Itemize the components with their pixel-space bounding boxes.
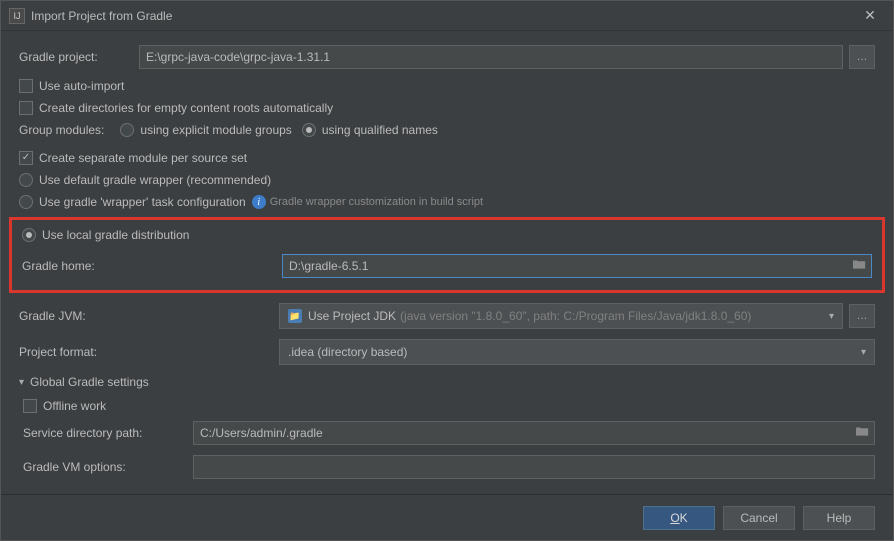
browse-project-button[interactable]: … <box>849 45 875 69</box>
gradle-jvm-detail: (java version "1.8.0_60", path: C:/Progr… <box>400 309 751 323</box>
service-dir-wrap <box>193 421 875 445</box>
group-qualified-label: using qualified names <box>322 123 438 137</box>
gradle-jvm-dropdown[interactable]: 📁 Use Project JDK (java version "1.8.0_6… <box>279 303 843 329</box>
create-dirs-label: Create directories for empty content roo… <box>39 101 333 115</box>
radio-icon <box>19 173 33 187</box>
button-bar: OK Cancel Help <box>1 494 893 540</box>
project-format-label: Project format: <box>19 345 279 359</box>
use-default-wrapper-radio[interactable]: Use default gradle wrapper (recommended) <box>19 173 875 187</box>
vm-options-input[interactable] <box>193 455 875 479</box>
close-icon[interactable]: ✕ <box>855 1 885 31</box>
use-wrapper-task-label: Use gradle 'wrapper' task configuration <box>39 195 246 209</box>
service-dir-row: Service directory path: <box>23 421 875 445</box>
use-default-wrapper-label: Use default gradle wrapper (recommended) <box>39 173 271 187</box>
use-local-label: Use local gradle distribution <box>42 228 189 242</box>
titlebar: IJ Import Project from Gradle ✕ <box>1 1 893 31</box>
checkbox-icon <box>19 79 33 93</box>
radio-explicit[interactable] <box>120 123 134 137</box>
auto-import-label: Use auto-import <box>39 79 124 93</box>
info-icon: i <box>252 195 266 209</box>
vm-options-row: Gradle VM options: <box>23 455 875 479</box>
project-format-value: .idea (directory based) <box>288 345 407 359</box>
auto-import-checkbox[interactable]: Use auto-import <box>19 79 875 93</box>
checkbox-icon <box>19 151 33 165</box>
radio-qualified[interactable] <box>302 123 316 137</box>
folder-icon[interactable] <box>856 426 869 440</box>
group-modules-row: Group modules: using explicit module gro… <box>19 123 875 137</box>
chevron-down-icon: ▾ <box>829 311 834 322</box>
use-wrapper-task-radio[interactable]: Use gradle 'wrapper' task configuration … <box>19 195 875 209</box>
dialog-title: Import Project from Gradle <box>31 9 855 23</box>
service-dir-input[interactable] <box>193 421 875 445</box>
offline-work-label: Offline work <box>43 399 106 413</box>
service-dir-label: Service directory path: <box>23 426 193 440</box>
highlighted-section: Use local gradle distribution Gradle hom… <box>9 217 885 293</box>
gradle-jvm-value: Use Project JDK <box>308 309 396 323</box>
group-explicit-label: using explicit module groups <box>140 123 291 137</box>
vm-options-label: Gradle VM options: <box>23 460 193 474</box>
jdk-icon: 📁 <box>288 309 302 323</box>
radio-icon <box>22 228 36 242</box>
gradle-jvm-label: Gradle JVM: <box>19 309 279 323</box>
gradle-project-input[interactable] <box>139 45 843 69</box>
create-separate-checkbox[interactable]: Create separate module per source set <box>19 151 875 165</box>
gradle-home-row: Gradle home: <box>22 254 872 278</box>
checkbox-icon <box>23 399 37 413</box>
gradle-home-label: Gradle home: <box>22 259 282 273</box>
jvm-more-button[interactable]: … <box>849 304 875 328</box>
checkbox-icon <box>19 101 33 115</box>
global-settings-label: Global Gradle settings <box>30 375 149 389</box>
create-separate-label: Create separate module per source set <box>39 151 247 165</box>
radio-icon <box>19 195 33 209</box>
project-format-row: Project format: .idea (directory based) … <box>19 339 875 365</box>
project-format-dropdown[interactable]: .idea (directory based) ▾ <box>279 339 875 365</box>
folder-icon[interactable] <box>853 259 866 273</box>
import-gradle-dialog: IJ Import Project from Gradle ✕ Gradle p… <box>0 0 894 541</box>
gradle-project-row: Gradle project: … <box>19 45 875 69</box>
help-button[interactable]: Help <box>803 506 875 530</box>
offline-work-checkbox[interactable]: Offline work <box>23 399 875 413</box>
wrapper-info-text: Gradle wrapper customization in build sc… <box>270 196 483 208</box>
create-dirs-checkbox[interactable]: Create directories for empty content roo… <box>19 101 875 115</box>
group-modules-label: Group modules: <box>19 123 104 137</box>
global-settings-body: Offline work Service directory path: Gra… <box>23 399 875 479</box>
app-icon: IJ <box>9 8 25 24</box>
gradle-home-input[interactable] <box>282 254 872 278</box>
dialog-content: Gradle project: … Use auto-import Create… <box>1 31 893 494</box>
use-local-radio[interactable]: Use local gradle distribution <box>22 228 872 242</box>
ok-button[interactable]: OK <box>643 506 715 530</box>
gradle-project-label: Gradle project: <box>19 50 139 64</box>
gradle-jvm-row: Gradle JVM: 📁 Use Project JDK (java vers… <box>19 303 875 329</box>
chevron-down-icon: ▾ <box>19 377 24 388</box>
cancel-button[interactable]: Cancel <box>723 506 795 530</box>
global-settings-header[interactable]: ▾ Global Gradle settings <box>19 375 875 389</box>
gradle-home-wrap <box>282 254 872 278</box>
chevron-down-icon: ▾ <box>861 347 866 358</box>
